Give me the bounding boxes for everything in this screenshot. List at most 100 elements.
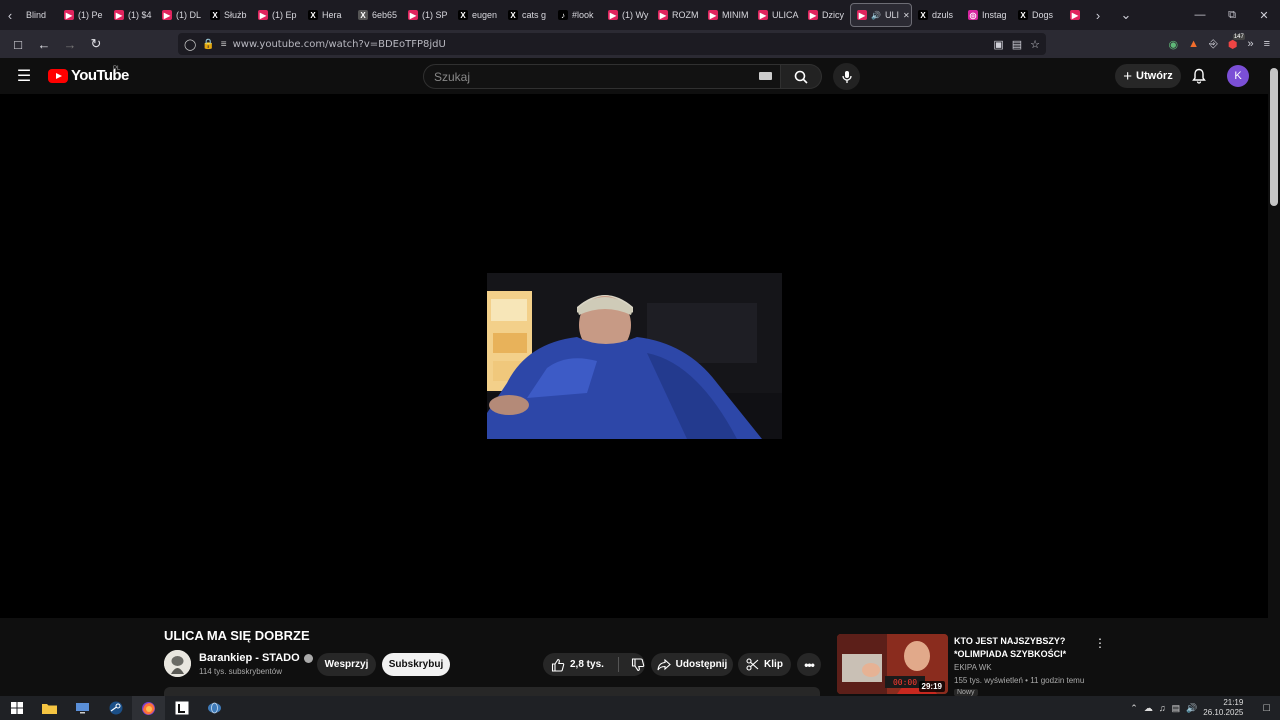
windows-start-icon[interactable] [0,696,33,720]
support-label: Wesprzyj [324,659,369,670]
tabs-scroll-left-icon[interactable]: ‹ [0,0,20,30]
browser-tab[interactable]: ▶ (1) Pe [58,3,108,27]
search-button[interactable] [781,64,822,89]
channel-name-row[interactable]: Barankiep - STADO [199,652,313,664]
notifications-button[interactable] [1189,66,1209,86]
browser-tab[interactable]: Xeugen [452,3,502,27]
browser-tab[interactable]: ▶ (1) Wy [602,3,652,27]
lock-icon[interactable]: 🔒 [202,39,214,50]
browser-tab[interactable]: ▶ (1) SP [402,3,452,27]
like-count: 2,8 tys. [570,659,604,670]
browser-tab[interactable]: ▶ ROZM [652,3,702,27]
restore-icon[interactable]: ⧉ [1216,0,1248,30]
back-icon[interactable]: ← [32,32,56,56]
adblock-extension-icon[interactable]: ⬢ 147 [1228,33,1245,51]
browser-tab[interactable]: X 6eb65 [352,3,402,27]
subscribe-button[interactable]: Subskrybuj [382,653,450,676]
onedrive-icon[interactable]: ☁ [1144,703,1153,714]
speaker-icon[interactable]: 🔊 [871,11,881,20]
notifications-tray-icon[interactable]: □ [1263,702,1270,714]
privacy-extension-icon[interactable]: ◉ [1169,38,1179,51]
recommended-title[interactable]: KTO JEST NAJSZYBSZY? *OLIMPIADA SZYBKOŚC… [954,635,1094,661]
page-scrollbar[interactable] [1268,58,1280,696]
firefox-icon[interactable] [132,696,165,720]
fox-extension-icon[interactable]: ▲ [1188,38,1199,50]
video-frame[interactable] [487,273,782,439]
picture-in-picture-icon[interactable]: ▣ [993,38,1003,51]
network-app-icon[interactable] [198,696,231,720]
support-button[interactable]: Wesprzyj [317,653,376,676]
browser-tab[interactable]: ▶ Dzicy [802,3,850,27]
more-actions-button[interactable]: ••• [797,653,821,676]
description-box[interactable] [164,687,820,696]
steam-icon[interactable] [99,696,132,720]
browser-tab[interactable]: ◎ Instag [962,3,1012,27]
tab-label: MINIM [722,10,749,20]
remote-desktop-icon[interactable] [66,696,99,720]
search-input[interactable] [434,69,754,84]
browser-tab[interactable]: ▶ (1) Ep [252,3,302,27]
create-button[interactable]: + Utwórz [1115,64,1181,88]
channel-name[interactable]: Barankiep - STADO [199,652,300,664]
browser-tab[interactable]: ▶ ULICA [752,3,802,27]
tab-list-dropdown-icon[interactable]: ⌄ [1116,0,1136,30]
url-text[interactable]: www.youtube.com/watch?v=BDEoTFP8jdU [233,39,446,50]
dislike-button[interactable] [631,657,645,672]
account-avatar[interactable]: K [1227,65,1249,87]
volume-icon[interactable]: 🔊 [1186,703,1197,714]
browser-tab[interactable]: ▶ (1) DL [156,3,204,27]
video-player[interactable] [0,94,1268,618]
notion-app-icon[interactable] [165,696,198,720]
browser-tab[interactable]: ▶ 🔊 ULI ✕ [850,3,912,27]
reader-view-icon[interactable]: ▤ [1012,38,1022,51]
browser-tab[interactable]: ▶ [1064,3,1084,27]
browser-tab[interactable]: Xcats g [502,3,552,27]
overflow-chevrons-icon[interactable]: » [1247,38,1253,50]
bookmark-star-icon[interactable]: ☆ [1030,38,1040,51]
tab-label: cats g [522,10,547,20]
recommended-more-icon[interactable]: ⋮ [1093,636,1107,650]
tab-label: Dzicy [822,10,844,20]
network-tray-icon[interactable]: ▤ [1172,703,1181,714]
reload-icon[interactable]: ↻ [84,32,108,56]
extensions-puzzle-icon[interactable]: ⎆ [1209,38,1218,51]
app-menu-icon[interactable]: ≡ [1264,38,1270,50]
browser-tab[interactable]: Blind [20,3,58,27]
close-tab-icon[interactable]: ✕ [903,11,910,20]
voice-search-button[interactable] [833,63,860,90]
clock[interactable]: 21:19 26.10.2025 [1203,698,1243,718]
clip-button[interactable]: Klip [738,653,791,676]
forward-icon[interactable]: → [58,32,82,56]
share-button[interactable]: Udostępnij [651,653,733,676]
recommended-video[interactable]: 00:00 29:19 KTO JEST NAJSZYBSZY? *OLIMPI… [837,634,1257,696]
channel-avatar[interactable] [164,650,191,677]
close-window-icon[interactable]: ✕ [1248,0,1280,30]
recommended-thumbnail[interactable]: 00:00 29:19 [837,634,948,694]
recommended-channel[interactable]: EKIPA WK [954,663,992,672]
x-icon: X [508,10,518,20]
youtube-icon: ▶ [708,10,718,20]
browser-tab[interactable]: ▶ (1) $4 [108,3,156,27]
tray-chevron-icon[interactable]: ⌃ [1130,703,1138,714]
tracking-shield-icon[interactable]: ◯ [184,38,196,51]
microphone-tray-icon[interactable]: ♫ [1159,703,1166,713]
like-button[interactable]: 2,8 tys. [551,658,604,672]
sidebar-toggle-icon[interactable]: □ [6,32,30,56]
keyboard-icon[interactable] [759,72,772,80]
browser-tab[interactable]: X Służb [204,3,252,27]
thumbs-up-icon [551,658,565,672]
browser-tab[interactable]: X Dogs [1012,3,1064,27]
browser-tab[interactable]: ♪ #look [552,3,602,27]
minimize-icon[interactable]: — [1184,0,1216,30]
recommended-meta: 155 tys. wyświetleń • 11 godzin temu [954,676,1084,685]
hamburger-menu-icon[interactable]: ☰ [14,66,34,86]
tab-label: #look [572,10,594,20]
address-bar[interactable]: ◯ 🔒 ≡ www.youtube.com/watch?v=BDEoTFP8jd… [178,33,1046,55]
permissions-icon[interactable]: ≡ [221,39,227,50]
tabs-scroll-right-icon[interactable]: › [1088,0,1108,30]
browser-tab[interactable]: ▶ MINIM [702,3,752,27]
browser-tab[interactable]: Xdzuls [912,3,962,27]
file-explorer-icon[interactable] [33,696,66,720]
browser-tab[interactable]: X Hera [302,3,352,27]
scrollbar-thumb[interactable] [1270,68,1278,206]
